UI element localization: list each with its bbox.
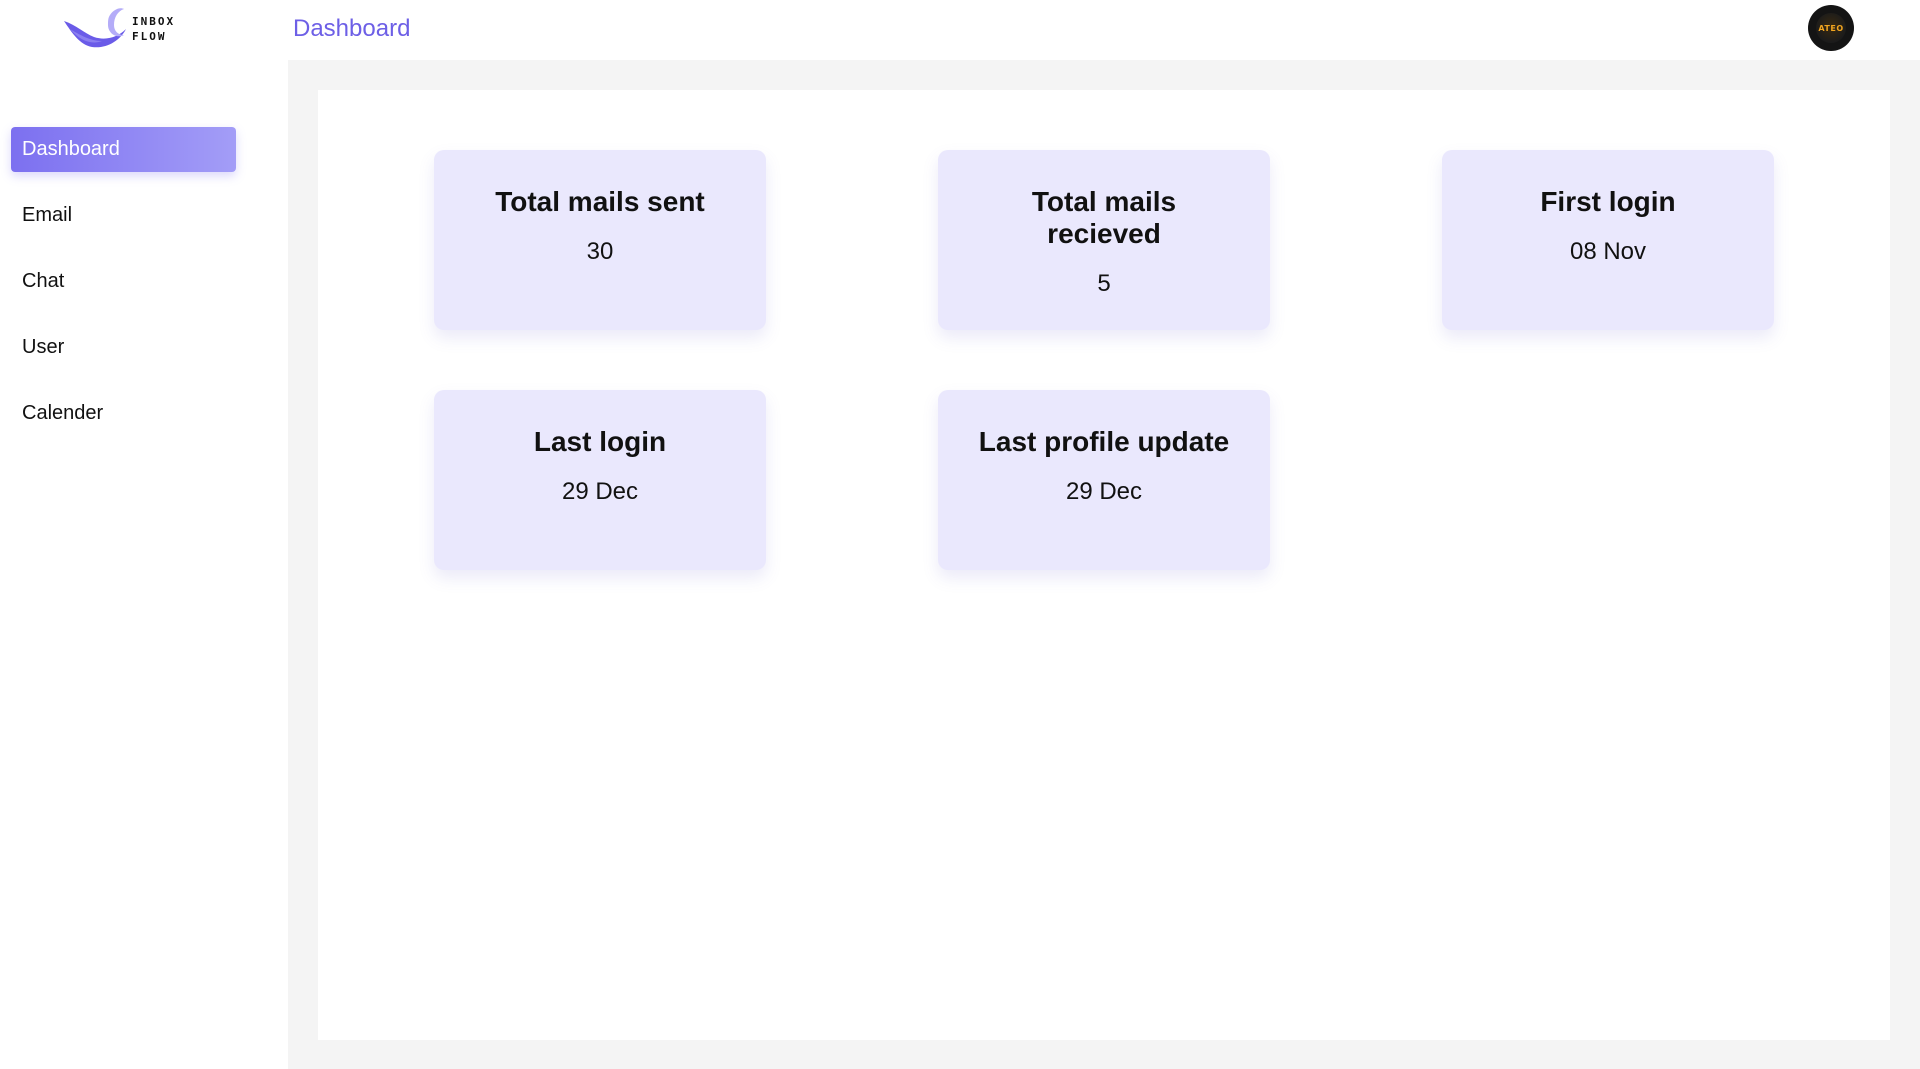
logo-text: INBOX FLOW — [132, 14, 175, 44]
sidebar-item-label: Email — [22, 204, 73, 226]
logo-line-1: INBOX — [132, 15, 176, 28]
stat-card-last-profile-update: Last profile update 29 Dec — [938, 390, 1270, 570]
stat-card-last-login: Last login 29 Dec — [434, 390, 766, 570]
sidebar-item-label: Dashboard — [22, 138, 120, 160]
sidebar-item-chat[interactable]: Chat — [11, 259, 236, 304]
sidebar-item-label: Chat — [22, 270, 65, 292]
avatar[interactable]: ATEO — [1808, 5, 1854, 51]
card-title: Last login — [533, 426, 667, 457]
page-title: Dashboard — [293, 15, 411, 42]
stat-card-first-login: First login 08 Nov — [1442, 150, 1774, 330]
sidebar-item-calender[interactable]: Calender — [11, 391, 236, 436]
card-value: 08 Nov — [1569, 238, 1647, 265]
card-value: 5 — [1097, 270, 1111, 297]
card-title: Total mails sent — [495, 186, 705, 217]
avatar-image: ATEO — [1816, 13, 1846, 43]
sidebar-item-label: Calender — [22, 402, 104, 424]
sidebar-nav: Dashboard Email Chat User Calender — [11, 127, 236, 457]
sidebar-item-label: User — [22, 336, 65, 358]
top-header: Dashboard ATEO — [288, 0, 1920, 60]
stat-card-total-mails-received: Total mails recieved 5 — [938, 150, 1270, 330]
card-title: Last profile update — [978, 426, 1230, 457]
sidebar-item-dashboard[interactable]: Dashboard — [11, 127, 236, 172]
card-value: 29 Dec — [561, 478, 639, 505]
card-title: First login — [1540, 186, 1676, 217]
sidebar-item-email[interactable]: Email — [11, 193, 236, 238]
card-value: 29 Dec — [1065, 478, 1143, 505]
sidebar: INBOX FLOW Dashboard Email Chat User Cal… — [0, 0, 288, 1069]
bird-logo-icon — [64, 8, 126, 48]
card-value: 30 — [586, 238, 614, 265]
logo[interactable]: INBOX FLOW — [62, 7, 192, 51]
card-title: Total mails recieved — [1031, 186, 1177, 249]
logo-line-2: FLOW — [132, 30, 167, 43]
sidebar-item-user[interactable]: User — [11, 325, 236, 370]
stat-card-total-mails-sent: Total mails sent 30 — [434, 150, 766, 330]
